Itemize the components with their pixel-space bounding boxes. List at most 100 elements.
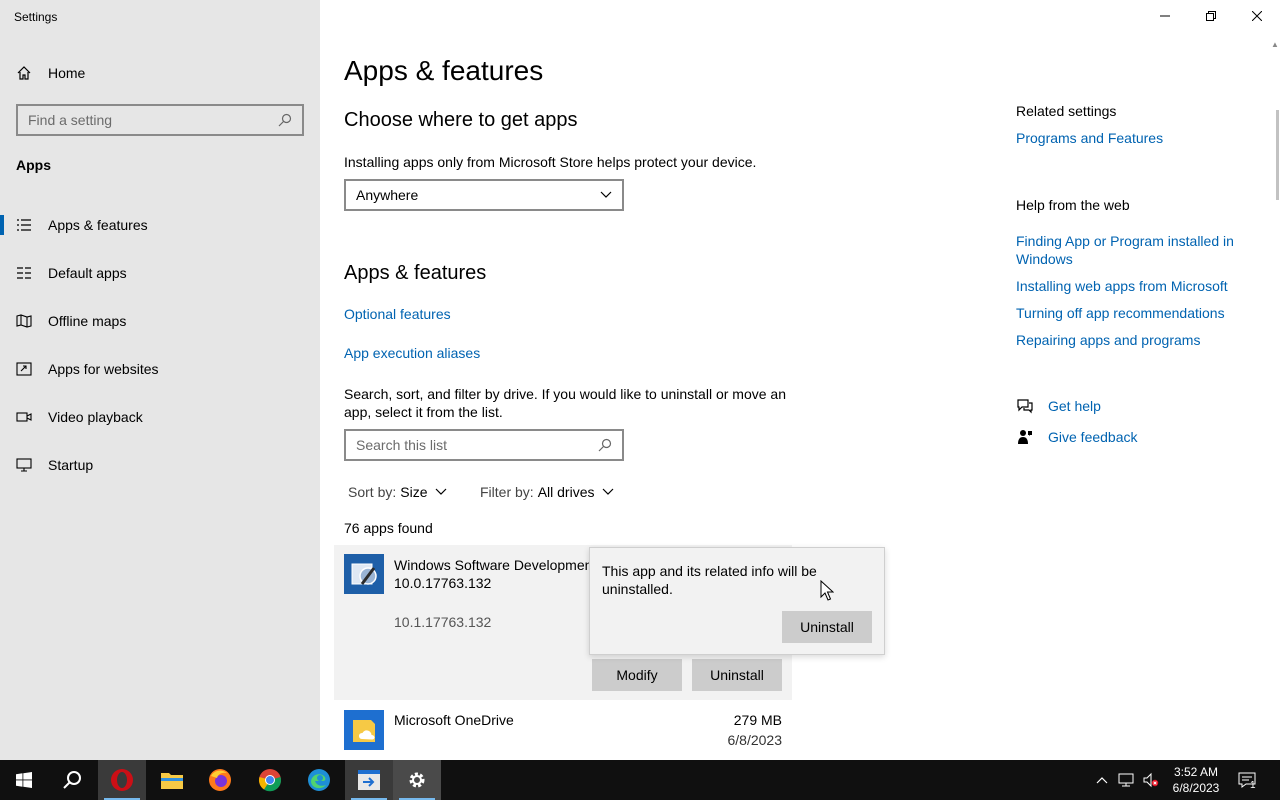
confirm-uninstall-button[interactable]: Uninstall [782, 611, 872, 643]
sidebar-item-apps-features[interactable]: Apps & features [0, 205, 320, 245]
taskbar-search-button[interactable] [48, 760, 96, 800]
help-link-finding-app[interactable]: Finding App or Program installed in Wind… [1016, 232, 1256, 268]
filter-dropdown[interactable]: Filter by: All drives [480, 484, 614, 500]
volume-button[interactable] [1142, 760, 1160, 800]
taskbar-opera[interactable] [98, 760, 146, 800]
network-status-button[interactable] [1118, 760, 1136, 800]
search-list-input[interactable]: Search this list [344, 429, 624, 461]
taskbar-clock[interactable]: 3:52 AM 6/8/2023 [1166, 764, 1226, 796]
notification-count: 1 [1250, 779, 1256, 791]
search-icon [598, 438, 612, 452]
app-execution-aliases-link[interactable]: App execution aliases [344, 345, 480, 361]
restore-icon [1206, 11, 1216, 21]
app-size: 279 MB [733, 712, 782, 728]
close-icon [1252, 11, 1262, 21]
app-publisher: 10.0.17763.132 [394, 575, 492, 591]
page-title: Apps & features [344, 55, 544, 86]
sidebar: Settings Home Find a setting Apps Apps &… [0, 0, 320, 760]
sidebar-item-offline-maps[interactable]: Offline maps [0, 301, 320, 341]
section-label-apps: Apps [16, 157, 51, 173]
firefox-icon [209, 769, 231, 791]
sidebar-item-label: Startup [48, 457, 94, 473]
app-version: 10.1.17763.132 [394, 614, 492, 630]
sort-label: Sort by: [348, 484, 397, 500]
get-help-link[interactable]: Get help [1016, 398, 1101, 414]
sidebar-item-default-apps[interactable]: Default apps [0, 253, 320, 293]
search-description: Search, sort, and filter by drive. If yo… [344, 386, 786, 420]
find-setting-input[interactable]: Find a setting [16, 104, 304, 136]
video-icon [16, 409, 32, 425]
vertical-scrollbar[interactable] [1276, 110, 1279, 200]
sidebar-item-label: Apps for websites [48, 361, 159, 377]
chevron-up-icon [1096, 777, 1108, 784]
taskbar-chrome[interactable] [246, 760, 294, 800]
onedrive-app-icon [344, 710, 384, 750]
search-icon [278, 113, 292, 127]
network-icon [1118, 773, 1134, 787]
help-link-turning-off-recommendations[interactable]: Turning off app recommendations [1016, 304, 1256, 322]
related-settings-heading: Related settings [1016, 103, 1117, 119]
edge-icon [308, 769, 330, 791]
taskbar-file-explorer[interactable] [148, 760, 196, 800]
filter-label: Filter by: [480, 484, 534, 500]
taskbar-remote-app[interactable] [345, 760, 393, 800]
windows-start-icon [16, 772, 32, 788]
sidebar-item-label: Apps & features [48, 217, 148, 233]
taskbar-edge[interactable] [295, 760, 343, 800]
app-name: Microsoft OneDrive [394, 712, 514, 728]
help-web-heading: Help from the web [1016, 197, 1130, 213]
sidebar-item-startup[interactable]: Startup [0, 445, 320, 485]
action-center-button[interactable]: 1 [1238, 760, 1256, 800]
taskbar: 3:52 AM 6/8/2023 1 [0, 760, 1280, 800]
uninstall-button[interactable]: Uninstall [692, 659, 782, 691]
folder-icon [161, 773, 183, 789]
get-help-icon [1016, 398, 1034, 414]
get-help-label: Get help [1048, 398, 1101, 414]
clock-date: 6/8/2023 [1172, 781, 1220, 795]
scroll-up-arrow-icon[interactable]: ▲ [1271, 40, 1279, 49]
startup-icon [16, 457, 32, 473]
home-nav[interactable]: Home [16, 62, 85, 84]
clock-time: 3:52 AM [1173, 765, 1219, 779]
sort-value: Size [400, 484, 428, 500]
choose-heading: Choose where to get apps [344, 109, 578, 131]
minimize-button[interactable] [1142, 0, 1188, 32]
web-link-icon [16, 361, 32, 377]
installer-app-icon [344, 554, 384, 594]
give-feedback-link[interactable]: Give feedback [1016, 429, 1138, 445]
sidebar-item-apps-for-websites[interactable]: Apps for websites [0, 349, 320, 389]
app-name: Windows Software Developmen [394, 557, 593, 573]
help-link-repairing-apps[interactable]: Repairing apps and programs [1016, 331, 1256, 349]
find-setting-placeholder: Find a setting [28, 112, 113, 128]
app-source-dropdown[interactable]: Anywhere [344, 179, 624, 211]
start-button[interactable] [0, 760, 48, 800]
close-button[interactable] [1234, 0, 1280, 32]
restore-button[interactable] [1188, 0, 1234, 32]
window-title: Settings [14, 10, 58, 24]
programs-features-link[interactable]: Programs and Features [1016, 129, 1256, 147]
help-link-installing-web-apps[interactable]: Installing web apps from Microsoft [1016, 277, 1256, 295]
chrome-icon [258, 769, 282, 792]
modify-button[interactable]: Modify [592, 659, 682, 691]
chevron-down-icon [436, 488, 447, 495]
apps-features-heading: Apps & features [344, 262, 487, 284]
search-list-placeholder: Search this list [356, 437, 448, 453]
show-hidden-icons-button[interactable] [1096, 760, 1108, 800]
gear-icon [409, 772, 425, 788]
chevron-down-icon [600, 191, 612, 198]
choose-description: Installing apps only from Microsoft Stor… [344, 154, 757, 170]
opera-icon [111, 769, 133, 791]
taskbar-settings[interactable] [393, 760, 441, 800]
taskbar-firefox[interactable] [196, 760, 244, 800]
optional-features-link[interactable]: Optional features [344, 306, 451, 322]
apps-count: 76 apps found [344, 520, 433, 536]
sidebar-item-label: Offline maps [48, 313, 127, 329]
default-apps-icon [16, 265, 32, 281]
chevron-down-icon [603, 488, 614, 495]
remote-app-icon [358, 770, 380, 790]
sidebar-item-video-playback[interactable]: Video playback [0, 397, 320, 437]
sort-dropdown[interactable]: Sort by: Size [348, 484, 447, 500]
app-date: 6/8/2023 [727, 732, 783, 748]
map-icon [16, 313, 32, 329]
sidebar-item-label: Default apps [48, 265, 127, 281]
